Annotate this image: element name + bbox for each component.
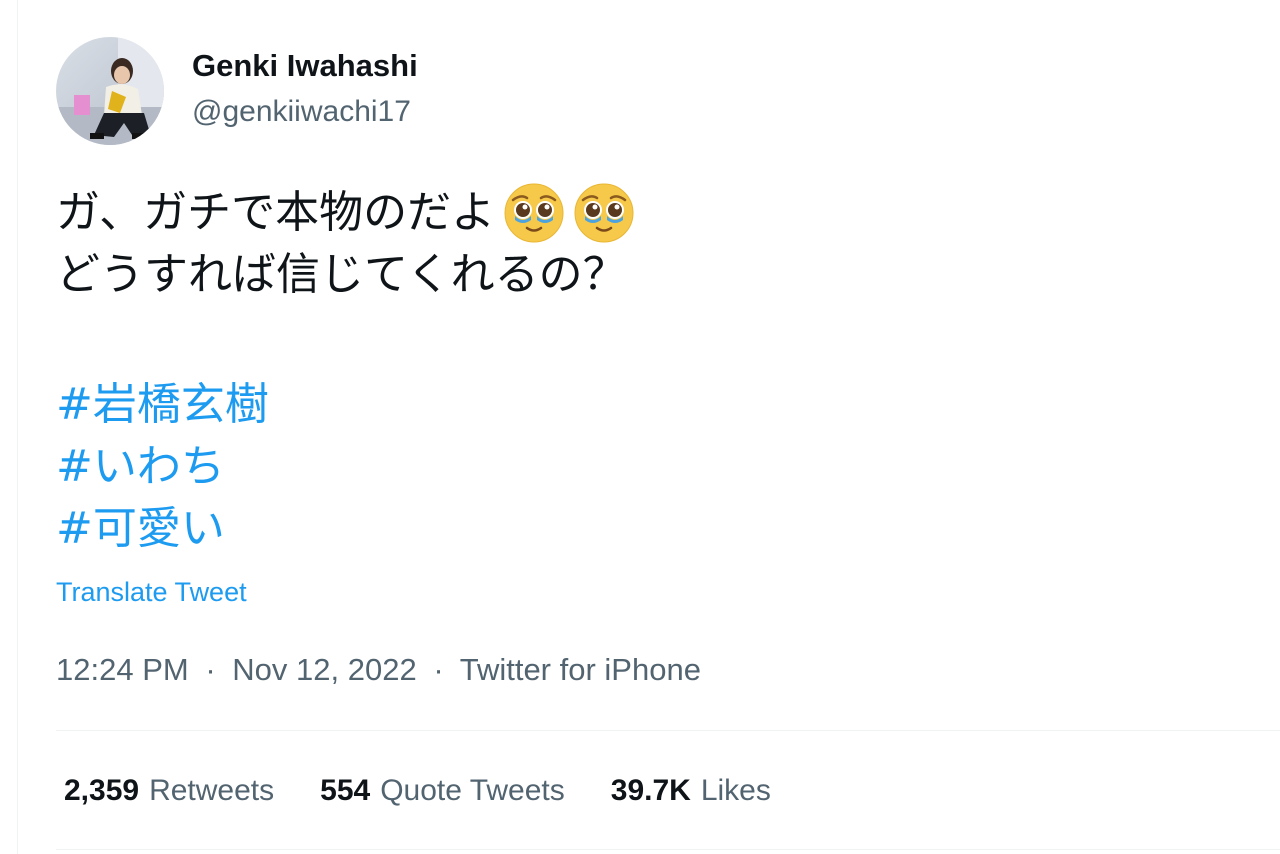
quote-tweets-stat[interactable]: 554 Quote Tweets xyxy=(320,771,565,811)
engagement-stats: 2,359 Retweets 554 Quote Tweets 39.7K Likes xyxy=(64,771,817,811)
tweet-metadata: 12:24 PM · Nov 12, 2022 · Twitter for iP… xyxy=(56,650,701,690)
tweet-line-2: どうすれば信じてくれるの？ xyxy=(56,249,627,300)
meta-separator: · xyxy=(433,652,444,687)
likes-stat[interactable]: 39.7K Likes xyxy=(611,771,771,811)
pleading-face-with-tears-icon xyxy=(503,182,565,244)
pleading-face-with-tears-icon xyxy=(573,182,635,244)
retweets-stat[interactable]: 2,359 Retweets xyxy=(64,771,274,811)
hashtag-list: #岩橋玄樹 #いわち #可愛い xyxy=(56,374,269,560)
tweet-time[interactable]: 12:24 PM xyxy=(56,652,189,687)
author-handle[interactable]: @genkiiwachi17 xyxy=(192,94,411,130)
likes-count: 39.7K xyxy=(610,774,691,807)
tweet-line-1: ガ、ガチで本物のだよ xyxy=(56,182,635,244)
quote-tweets-label: Quote Tweets xyxy=(380,774,565,807)
divider xyxy=(56,730,1280,731)
avatar-photo xyxy=(56,37,164,145)
author-display-name[interactable]: Genki Iwahashi xyxy=(192,46,418,86)
retweets-label: Retweets xyxy=(149,774,275,807)
tweet-line-1-text: ガ、ガチで本物のだよ xyxy=(56,187,496,238)
likes-label: Likes xyxy=(700,774,771,807)
retweets-count: 2,359 xyxy=(64,774,140,807)
tweet-date[interactable]: Nov 12, 2022 xyxy=(232,652,416,687)
avatar[interactable] xyxy=(56,37,164,145)
translate-tweet-link[interactable]: Translate Tweet xyxy=(56,574,247,610)
tweet-text: ガ、ガチで本物のだよ どうすれば信じてくれるの？ xyxy=(56,182,635,306)
tweet-detail: Genki Iwahashi @genkiiwachi17 ガ、ガチで本物のだよ xyxy=(0,0,1280,854)
hashtag-link[interactable]: #岩橋玄樹 xyxy=(56,374,269,436)
timeline-border xyxy=(17,0,18,854)
hashtag-link[interactable]: #いわち xyxy=(56,436,269,498)
tweet-source[interactable]: Twitter for iPhone xyxy=(460,652,701,687)
hashtag-link[interactable]: #可愛い xyxy=(56,498,269,560)
quote-tweets-count: 554 xyxy=(320,774,371,807)
meta-separator: · xyxy=(205,652,216,687)
divider xyxy=(56,849,1280,850)
